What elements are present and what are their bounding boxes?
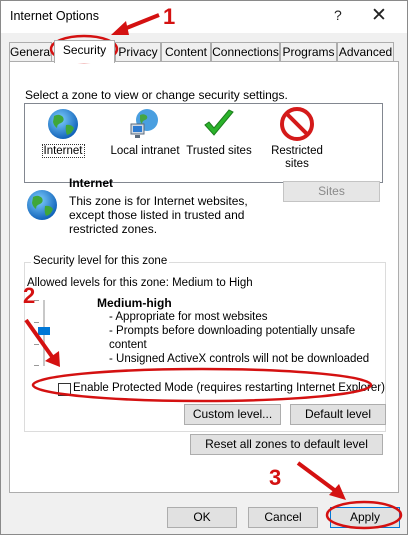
annotation-step-3: 3 [269,465,282,490]
annotation-step-2: 2 [23,283,36,308]
internet-options-window: Internet Options ? ✕ General Security Pr… [0,0,408,535]
annotation-circle-apply [325,500,403,530]
annotation-arrow-3 [296,461,339,494]
tab-security[interactable]: Security [54,40,115,63]
annotation-arrow-2 [24,318,55,360]
annotation-step-1: 1 [163,4,176,29]
annotation-overlay [24,13,403,530]
annotation-circle-protected-mode [31,367,373,403]
